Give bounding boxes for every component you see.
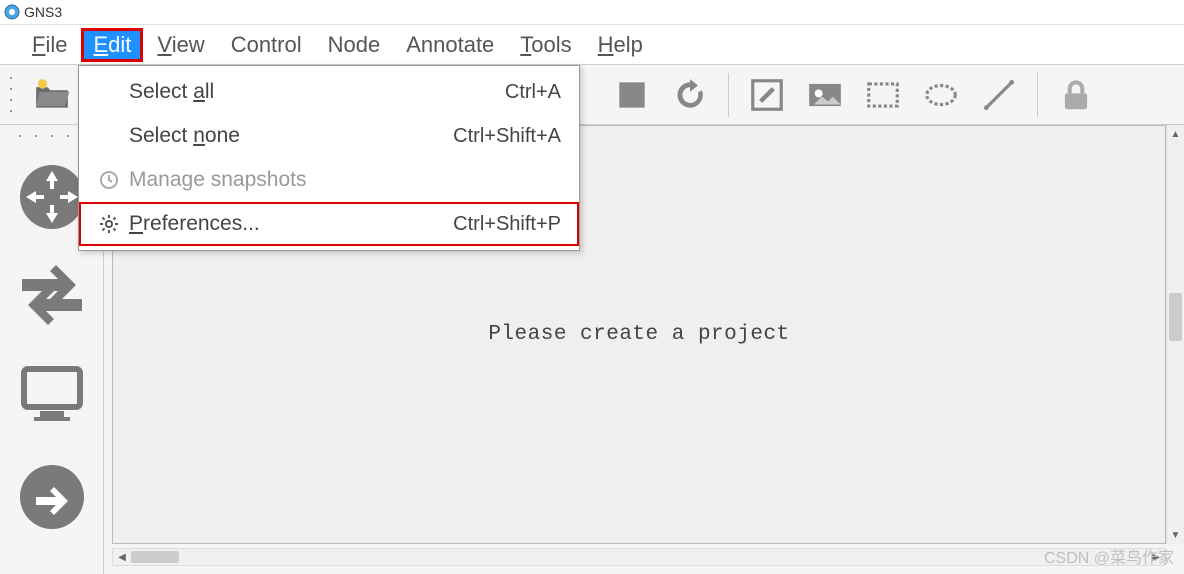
vertical-scrollbar[interactable]: ▲ ▼ <box>1166 125 1184 544</box>
end-devices-button[interactable] <box>12 353 92 433</box>
horizontal-scrollbar[interactable]: ◀ ▶ <box>112 548 1166 566</box>
menubar: File Edit View Control Node Annotate Too… <box>0 25 1184 65</box>
canvas-message: Please create a project <box>488 323 789 346</box>
toolbar-sep <box>728 73 729 117</box>
hscroll-thumb[interactable] <box>131 551 179 563</box>
scroll-left-icon[interactable]: ◀ <box>113 552 131 563</box>
menu-preferences[interactable]: Preferences... Ctrl+Shift+P <box>79 202 579 246</box>
gear-icon <box>97 214 121 234</box>
switches-button[interactable] <box>12 255 92 335</box>
line-button[interactable] <box>975 71 1023 119</box>
watermark: CSDN @菜鸟作家 <box>1044 544 1174 568</box>
ellipse-button[interactable] <box>917 71 965 119</box>
menu-edit[interactable]: Edit <box>83 30 141 60</box>
open-button[interactable] <box>28 71 76 119</box>
app-title: GNS3 <box>24 4 62 20</box>
note-button[interactable] <box>743 71 791 119</box>
menu-select-none-label: Select none <box>129 124 453 148</box>
edit-dropdown: Select all Ctrl+A Select none Ctrl+Shift… <box>78 65 580 251</box>
menu-manage-snapshots-label: Manage snapshots <box>129 168 561 192</box>
menu-preferences-shortcut: Ctrl+Shift+P <box>453 213 561 236</box>
menu-select-all[interactable]: Select all Ctrl+A <box>79 70 579 114</box>
menu-preferences-label: Preferences... <box>129 212 453 236</box>
menu-control[interactable]: Control <box>221 30 312 60</box>
menu-help[interactable]: Help <box>588 30 653 60</box>
menu-manage-snapshots: Manage snapshots <box>79 158 579 202</box>
menu-annotate[interactable]: Annotate <box>396 30 504 60</box>
menu-tools[interactable]: Tools <box>510 30 581 60</box>
scroll-up-icon[interactable]: ▲ <box>1167 125 1184 143</box>
app-icon <box>4 4 20 20</box>
security-devices-button[interactable] <box>12 457 92 537</box>
lock-button[interactable] <box>1052 71 1100 119</box>
menu-view[interactable]: View <box>147 30 214 60</box>
clock-icon <box>97 170 121 190</box>
menu-node[interactable]: Node <box>318 30 391 60</box>
menu-file[interactable]: File <box>22 30 77 60</box>
scroll-down-icon[interactable]: ▼ <box>1167 526 1184 544</box>
reload-button[interactable] <box>666 71 714 119</box>
menu-select-none-shortcut: Ctrl+Shift+A <box>453 125 561 148</box>
rectangle-button[interactable] <box>859 71 907 119</box>
titlebar: GNS3 <box>0 0 1184 25</box>
menu-select-all-shortcut: Ctrl+A <box>505 81 561 104</box>
image-button[interactable] <box>801 71 849 119</box>
vscroll-thumb[interactable] <box>1169 293 1182 341</box>
stop-button[interactable] <box>608 71 656 119</box>
menu-select-none[interactable]: Select none Ctrl+Shift+A <box>79 114 579 158</box>
toolbar-sep-2 <box>1037 73 1038 117</box>
toolbar-grip <box>10 73 16 117</box>
menu-select-all-label: Select all <box>129 80 505 104</box>
